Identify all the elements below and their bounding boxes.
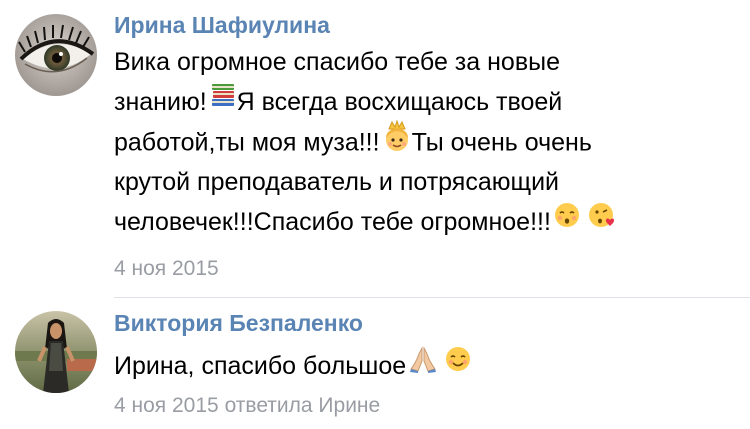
comment-author[interactable]: Виктория Безпаленко [114,310,363,337]
woman-photo-avatar-icon [15,311,97,393]
comment-text-line: знанию! Я всегда восхищаюсь твоей [114,82,734,122]
comment-text-segment: человечек!!!Спасибо тебе огромное!!! [114,208,551,236]
reply-to-link[interactable]: ответила Ирине [225,394,381,417]
comment-meta: 4 ноя 2015 ответила Ирине [114,394,380,418]
avatar[interactable] [15,311,97,393]
comment-text-line: Вика огромное спасибо тебе за новые [114,48,560,76]
comment-author[interactable]: Ирина Шафиулина [114,12,330,39]
comment-text: Вика огромное спасибо тебе за новые знан… [114,42,734,242]
praying-hands-emoji-icon [408,345,438,385]
comment-date[interactable]: 4 ноя 2015 [114,257,219,281]
smiling-emoji-icon [444,345,472,385]
kissing-emoji-icon [553,201,581,241]
comment-text-line: крутой преподаватель и потрясающий [114,168,559,196]
kiss-heart-emoji-icon [587,201,617,241]
comment-text-segment: работой,ты моя муза!!! [114,128,380,157]
comment-text-line: Ирина, спасибо большое [114,346,734,386]
comment-text: Ирина, спасибо большое [114,346,734,386]
avatar[interactable] [15,14,97,96]
comment-item: Виктория Безпаленко Ирина, спасибо больш… [0,298,750,429]
books-emoji-icon [209,81,237,121]
comment-text-line: человечек!!!Спасибо тебе огромное!!! [114,202,734,242]
princess-emoji-icon [382,119,412,164]
comment-text-segment: знанию! [114,88,207,116]
comment-text-line: работой,ты моя муза!!! Ты очень очень [114,119,734,164]
comment-item: Ирина Шафиулина Вика огромное спасибо те… [0,0,750,297]
comment-date[interactable]: 4 ноя 2015 [114,394,219,417]
eye-avatar-icon [15,14,97,96]
comment-text-segment: Ирина, спасибо большое [114,352,407,380]
comment-text-segment: Я всегда восхищаюсь твоей [236,88,563,116]
comment-text-segment: Ты очень очень [411,128,592,157]
